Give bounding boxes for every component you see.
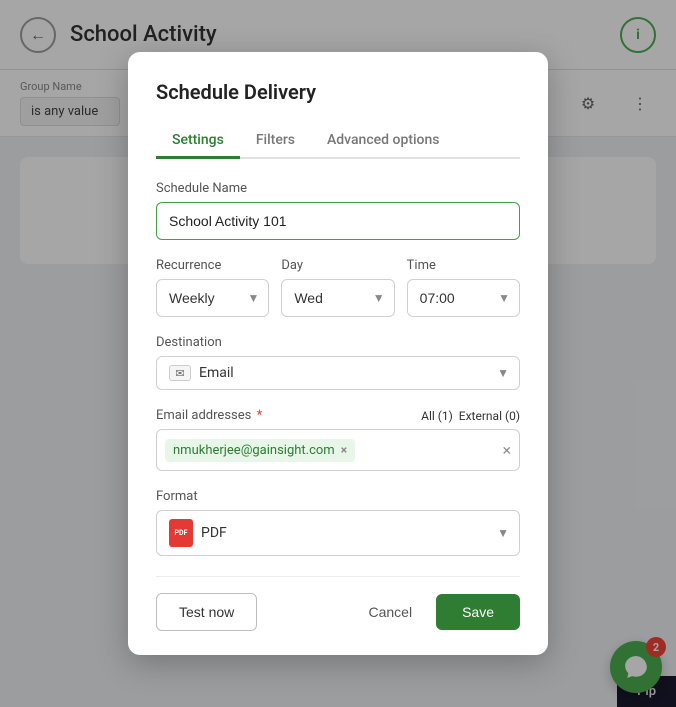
destination-value: Email <box>199 365 507 381</box>
dialog-title: Schedule Delivery <box>156 80 520 104</box>
dialog-divider <box>156 576 520 577</box>
format-label: Format <box>156 489 520 504</box>
time-select-wrap: 07:00 08:00 09:00 ▼ <box>407 279 520 317</box>
tab-advanced-options[interactable]: Advanced options <box>311 124 456 159</box>
email-count: All (1) External (0) <box>421 409 520 423</box>
email-addresses-group: Email addresses * All (1) External (0) n… <box>156 408 520 471</box>
dialog-button-row: Test now Cancel Save <box>156 593 520 631</box>
dialog-tabs: Settings Filters Advanced options <box>156 124 520 159</box>
schedule-delivery-dialog: Schedule Delivery Settings Filters Advan… <box>128 52 548 655</box>
format-value: PDF <box>201 525 507 541</box>
time-select[interactable]: 07:00 08:00 09:00 <box>407 279 520 317</box>
cancel-button[interactable]: Cancel <box>354 594 426 630</box>
destination-select[interactable]: ✉ Email ▼ <box>156 356 520 390</box>
email-addresses-label: Email addresses * <box>156 408 262 423</box>
email-envelope-icon: ✉ <box>169 365 191 381</box>
email-chip: nmukherjee@gainsight.com × <box>165 439 355 462</box>
recurrence-select[interactable]: Weekly Daily Monthly <box>156 279 269 317</box>
time-label: Time <box>407 258 520 273</box>
format-select[interactable]: PDF PDF ▼ <box>156 510 520 556</box>
day-label: Day <box>281 258 394 273</box>
tab-filters[interactable]: Filters <box>240 124 311 159</box>
destination-group: Destination ✉ Email ▼ <box>156 335 520 390</box>
destination-label: Destination <box>156 335 520 350</box>
recurrence-select-wrap: Weekly Daily Monthly ▼ <box>156 279 269 317</box>
tab-settings[interactable]: Settings <box>156 124 240 159</box>
test-now-button[interactable]: Test now <box>156 593 257 631</box>
day-select[interactable]: Wed Mon Tue Thu Fri <box>281 279 394 317</box>
save-button[interactable]: Save <box>436 594 520 630</box>
schedule-name-label: Schedule Name <box>156 181 520 196</box>
schedule-name-group: Schedule Name <box>156 181 520 240</box>
day-select-wrap: Wed Mon Tue Thu Fri ▼ <box>281 279 394 317</box>
modal-overlay: Schedule Delivery Settings Filters Advan… <box>0 0 676 707</box>
email-chips-container[interactable]: nmukherjee@gainsight.com × × <box>156 429 520 471</box>
required-marker: * <box>253 408 262 423</box>
recurrence-group: Recurrence Weekly Daily Monthly ▼ <box>156 258 269 317</box>
email-header-row: Email addresses * All (1) External (0) <box>156 408 520 423</box>
email-chip-value: nmukherjee@gainsight.com <box>173 443 335 458</box>
pdf-icon: PDF <box>169 519 193 547</box>
schedule-name-input[interactable] <box>156 202 520 240</box>
recurrence-label: Recurrence <box>156 258 269 273</box>
day-group: Day Wed Mon Tue Thu Fri ▼ <box>281 258 394 317</box>
chips-clear-button[interactable]: × <box>502 441 511 460</box>
time-group: Time 07:00 08:00 09:00 ▼ <box>407 258 520 317</box>
recurrence-row: Recurrence Weekly Daily Monthly ▼ Day We… <box>156 258 520 335</box>
chip-remove-button[interactable]: × <box>341 443 347 457</box>
format-group: Format PDF PDF ▼ <box>156 489 520 556</box>
